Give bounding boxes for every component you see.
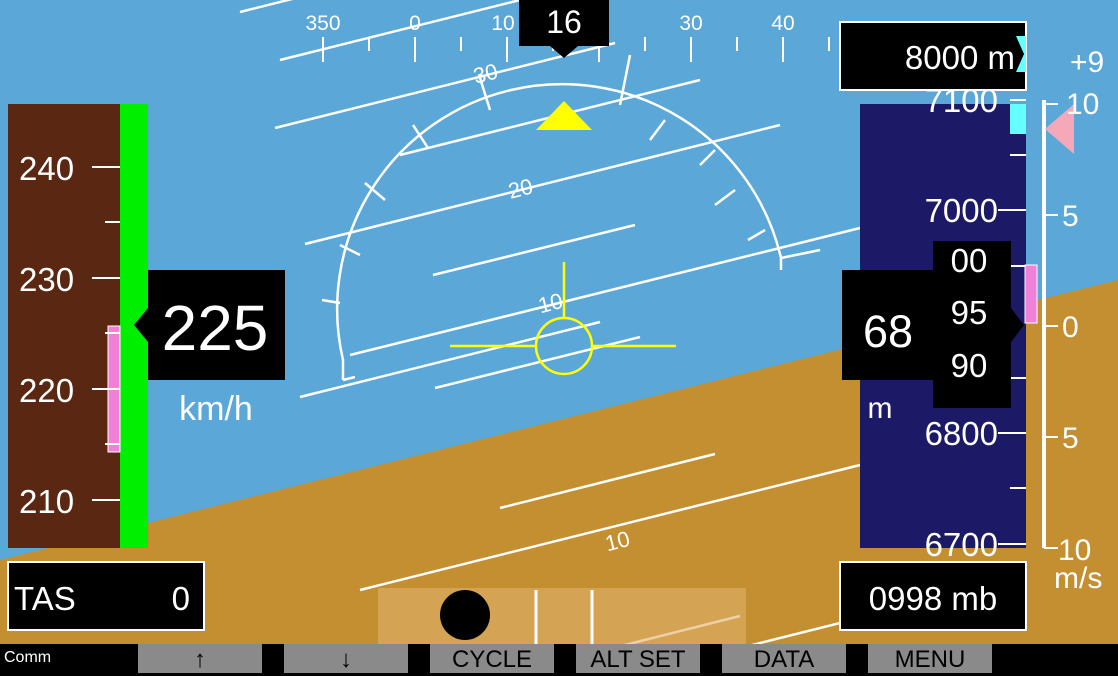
tas-label: TAS <box>14 580 76 617</box>
tas-box: TAS 0 <box>7 561 205 631</box>
airspeed-label: 220 <box>19 372 74 409</box>
comm-label: Comm <box>4 649 52 666</box>
altitude-unit: m <box>868 392 893 425</box>
vsi-unit: m/s <box>1054 562 1102 595</box>
heading-label: 0 <box>409 12 421 35</box>
menu-softkey[interactable]: MENU <box>868 644 992 673</box>
selected-altitude: 8000 m <box>905 39 1015 76</box>
altitude-bug <box>1010 104 1026 134</box>
airspeed-tape: 240 230 220 210 <box>8 104 148 548</box>
airspeed-unit: km/h <box>179 390 253 428</box>
altitude-roll-digit: 00 <box>951 242 988 279</box>
alt-set-softkey[interactable]: ALT SET <box>576 644 700 673</box>
altitude-label: 7000 <box>925 192 998 229</box>
altitude-roll-digit: 95 <box>951 294 988 331</box>
vsi-label: 5 <box>1062 422 1079 455</box>
primary-flight-display: 30 20 10 10 350 0 10 30 40 16 240 230 22… <box>0 0 1118 673</box>
airspeed-label: 230 <box>19 261 74 298</box>
heading-label: 10 <box>491 12 514 35</box>
airspeed-label: 210 <box>19 483 74 520</box>
heading-value: 16 <box>546 4 582 40</box>
tas-value: 0 <box>172 580 190 617</box>
heading-label: 350 <box>305 12 340 35</box>
altitude-label: 6800 <box>925 415 998 452</box>
cycle-softkey[interactable]: CYCLE <box>430 644 554 673</box>
data-softkey[interactable]: DATA <box>722 644 846 673</box>
altitude-roll-digit: 90 <box>951 347 988 384</box>
airspeed-label: 240 <box>19 150 74 187</box>
heading-label: 40 <box>771 12 794 35</box>
vsi-top-readout: +9 <box>1070 46 1104 79</box>
altitude-label: 6700 <box>925 526 998 563</box>
vsi-label: 10 <box>1066 88 1099 121</box>
vsi-bug <box>1024 264 1038 324</box>
vsi-label: 5 <box>1062 200 1079 233</box>
selected-altitude-box: 8000 m <box>839 21 1027 91</box>
up-softkey[interactable]: ↑ <box>138 644 262 673</box>
slip-ball-icon <box>440 590 490 640</box>
softkey-bar: Comm ↑ ↓ CYCLE ALT SET DATA MENU <box>0 644 1118 673</box>
altitude-big-digits: 68 <box>863 306 913 357</box>
baro-value: 0998 mb <box>869 580 997 617</box>
airspeed-value: 225 <box>162 292 269 364</box>
vsi-label: 0 <box>1062 311 1079 344</box>
heading-label: 30 <box>679 12 702 35</box>
baro-box: 0998 mb <box>839 561 1027 631</box>
airspeed-readout: 225 <box>134 270 285 380</box>
down-softkey[interactable]: ↓ <box>284 644 408 673</box>
slip-indicator <box>378 588 746 644</box>
